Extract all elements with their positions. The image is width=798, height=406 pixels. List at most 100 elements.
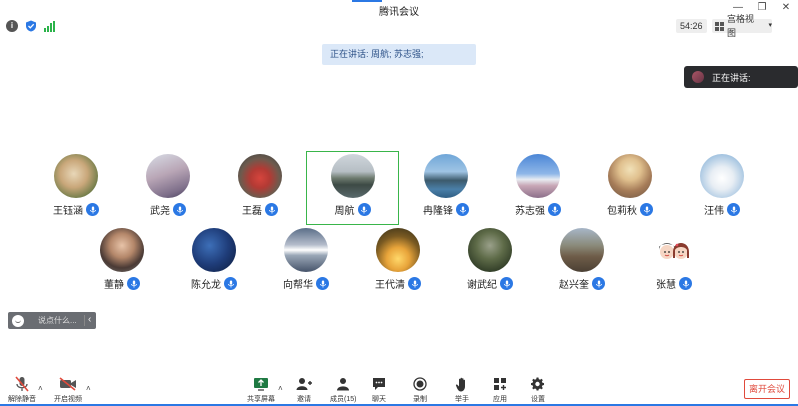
mic-muted-icon xyxy=(15,376,29,392)
status-icons: i xyxy=(6,20,56,32)
mic-icon xyxy=(679,277,692,290)
mic-icon xyxy=(456,203,469,216)
participant-tile[interactable]: 冉隆锋 xyxy=(400,152,492,224)
share-options-chevron-icon[interactable]: ˄ xyxy=(278,384,283,393)
close-icon[interactable]: ✕ xyxy=(780,2,792,13)
apps-button[interactable]: 应用 xyxy=(493,376,507,404)
apps-label: 应用 xyxy=(493,396,507,403)
chat-bubble-icon xyxy=(373,378,385,390)
avatar xyxy=(331,154,375,198)
video-options-chevron-icon[interactable]: ˄ xyxy=(86,384,91,393)
participant-tile[interactable]: 汪伟 xyxy=(676,152,768,224)
participant-name: 王代清 xyxy=(375,280,405,291)
view-label: 宫格视图 xyxy=(727,14,755,38)
participant-name: 冉隆锋 xyxy=(423,206,453,217)
share-screen-button[interactable]: 共享屏幕 xyxy=(247,376,275,404)
apps-grid-icon xyxy=(494,378,506,390)
window-title: 腾讯会议 xyxy=(379,7,419,18)
title-bar: 腾讯会议 — ❐ ✕ xyxy=(0,0,798,18)
chat-button[interactable]: 聊天 xyxy=(372,376,386,404)
participant-tile[interactable]: 王磊 xyxy=(214,152,306,224)
avatar xyxy=(608,154,652,198)
avatar xyxy=(424,154,468,198)
avatar xyxy=(284,228,328,272)
invite-user-icon xyxy=(296,378,312,390)
participant-name: 苏志强 xyxy=(515,206,545,217)
mic-icon xyxy=(640,203,653,216)
mic-icon xyxy=(265,203,278,216)
participant-name: 谢武纪 xyxy=(467,280,497,291)
participant-name: 周航 xyxy=(334,206,355,217)
chat-placeholder: 说点什么... xyxy=(38,316,77,325)
participant-name: 武尧 xyxy=(150,206,170,217)
grid-icon xyxy=(715,21,724,31)
audio-options-chevron-icon[interactable]: ˄ xyxy=(38,384,43,393)
record-button[interactable]: 录制 xyxy=(413,376,427,404)
record-icon xyxy=(413,377,427,391)
settings-button[interactable]: 设置 xyxy=(531,376,545,404)
avatar xyxy=(146,154,190,198)
collapse-chevron-icon[interactable]: ‹ xyxy=(88,314,91,325)
participant-tile[interactable]: 苏志强 xyxy=(492,152,584,224)
participant-tile[interactable]: 陈允龙 xyxy=(168,226,260,298)
shield-icon[interactable] xyxy=(25,20,37,32)
camera-off-icon xyxy=(59,377,76,391)
title-accent xyxy=(352,0,382,2)
grid-view-button[interactable]: 宫格视图 ▾ xyxy=(712,14,772,38)
members-button[interactable]: 成员(15) xyxy=(330,376,356,404)
raise-hand-icon xyxy=(455,377,465,391)
avatar xyxy=(468,228,512,272)
mic-icon xyxy=(357,203,371,216)
chat-input[interactable]: 说点什么... ‹ xyxy=(8,312,96,329)
avatar xyxy=(700,154,744,198)
mic-icon xyxy=(727,203,740,216)
participant-name: 向帮华 xyxy=(283,280,313,291)
meeting-topbar: i 54:26 宫格视图 ▾ xyxy=(0,14,798,38)
participant-name: 赵兴奎 xyxy=(559,280,589,291)
mic-icon xyxy=(316,277,329,290)
participant-tile[interactable]: 向帮华 xyxy=(260,226,352,298)
settings-label: 设置 xyxy=(531,396,545,403)
avatar xyxy=(100,228,144,272)
participant-tile[interactable]: 张慧 xyxy=(628,226,720,298)
bottom-toolbar: 解除静音 ˄ 开启视频 ˄ 共享屏幕 ˄ 邀请 成员(15) 聊天 录制 举手 … xyxy=(0,374,798,406)
participant-tile[interactable]: 王代清 xyxy=(352,226,444,298)
participant-name: 陈允龙 xyxy=(191,280,221,291)
invite-button[interactable]: 邀请 xyxy=(296,376,312,404)
raise-hand-label: 举手 xyxy=(455,396,469,403)
participant-tile[interactable]: 王钰涵 xyxy=(30,152,122,224)
participant-tile-active[interactable]: 周航 xyxy=(306,151,399,225)
raise-hand-button[interactable]: 举手 xyxy=(455,376,469,404)
share-screen-label: 共享屏幕 xyxy=(247,396,275,403)
participant-name: 王钰涵 xyxy=(53,206,83,217)
participant-tile[interactable]: 谢武纪 xyxy=(444,226,536,298)
chevron-down-icon: ▾ xyxy=(768,22,772,29)
cartoon-couple-icon xyxy=(659,243,689,259)
mic-icon xyxy=(592,277,605,290)
participant-name: 张慧 xyxy=(656,280,676,291)
mic-icon xyxy=(86,203,99,216)
avatar xyxy=(192,228,236,272)
share-screen-icon xyxy=(254,378,268,391)
avatar xyxy=(560,228,604,272)
mic-icon xyxy=(224,277,237,290)
info-icon[interactable]: i xyxy=(6,20,18,32)
participant-tile[interactable]: 赵兴奎 xyxy=(536,226,628,298)
mic-icon xyxy=(548,203,561,216)
participant-tile[interactable]: 武尧 xyxy=(122,152,214,224)
participant-tile[interactable]: 包莉秋 xyxy=(584,152,676,224)
mic-icon xyxy=(127,277,140,290)
signal-icon[interactable] xyxy=(44,20,56,32)
start-video-button[interactable]: 开启视频 xyxy=(54,376,82,404)
participant-name: 包莉秋 xyxy=(607,206,637,217)
speaking-panel[interactable]: 正在讲话: xyxy=(684,66,798,88)
unmute-button[interactable]: 解除静音 xyxy=(8,376,36,404)
gear-icon xyxy=(531,377,545,391)
participant-name: 王磊 xyxy=(242,206,262,217)
leave-meeting-button[interactable]: 离开会议 xyxy=(744,379,790,399)
speaking-panel-label: 正在讲话: xyxy=(712,72,751,83)
speaker-avatar xyxy=(692,71,704,83)
participant-tile[interactable]: 董静 xyxy=(76,226,168,298)
mic-icon xyxy=(500,277,513,290)
emoji-icon[interactable] xyxy=(12,314,24,327)
